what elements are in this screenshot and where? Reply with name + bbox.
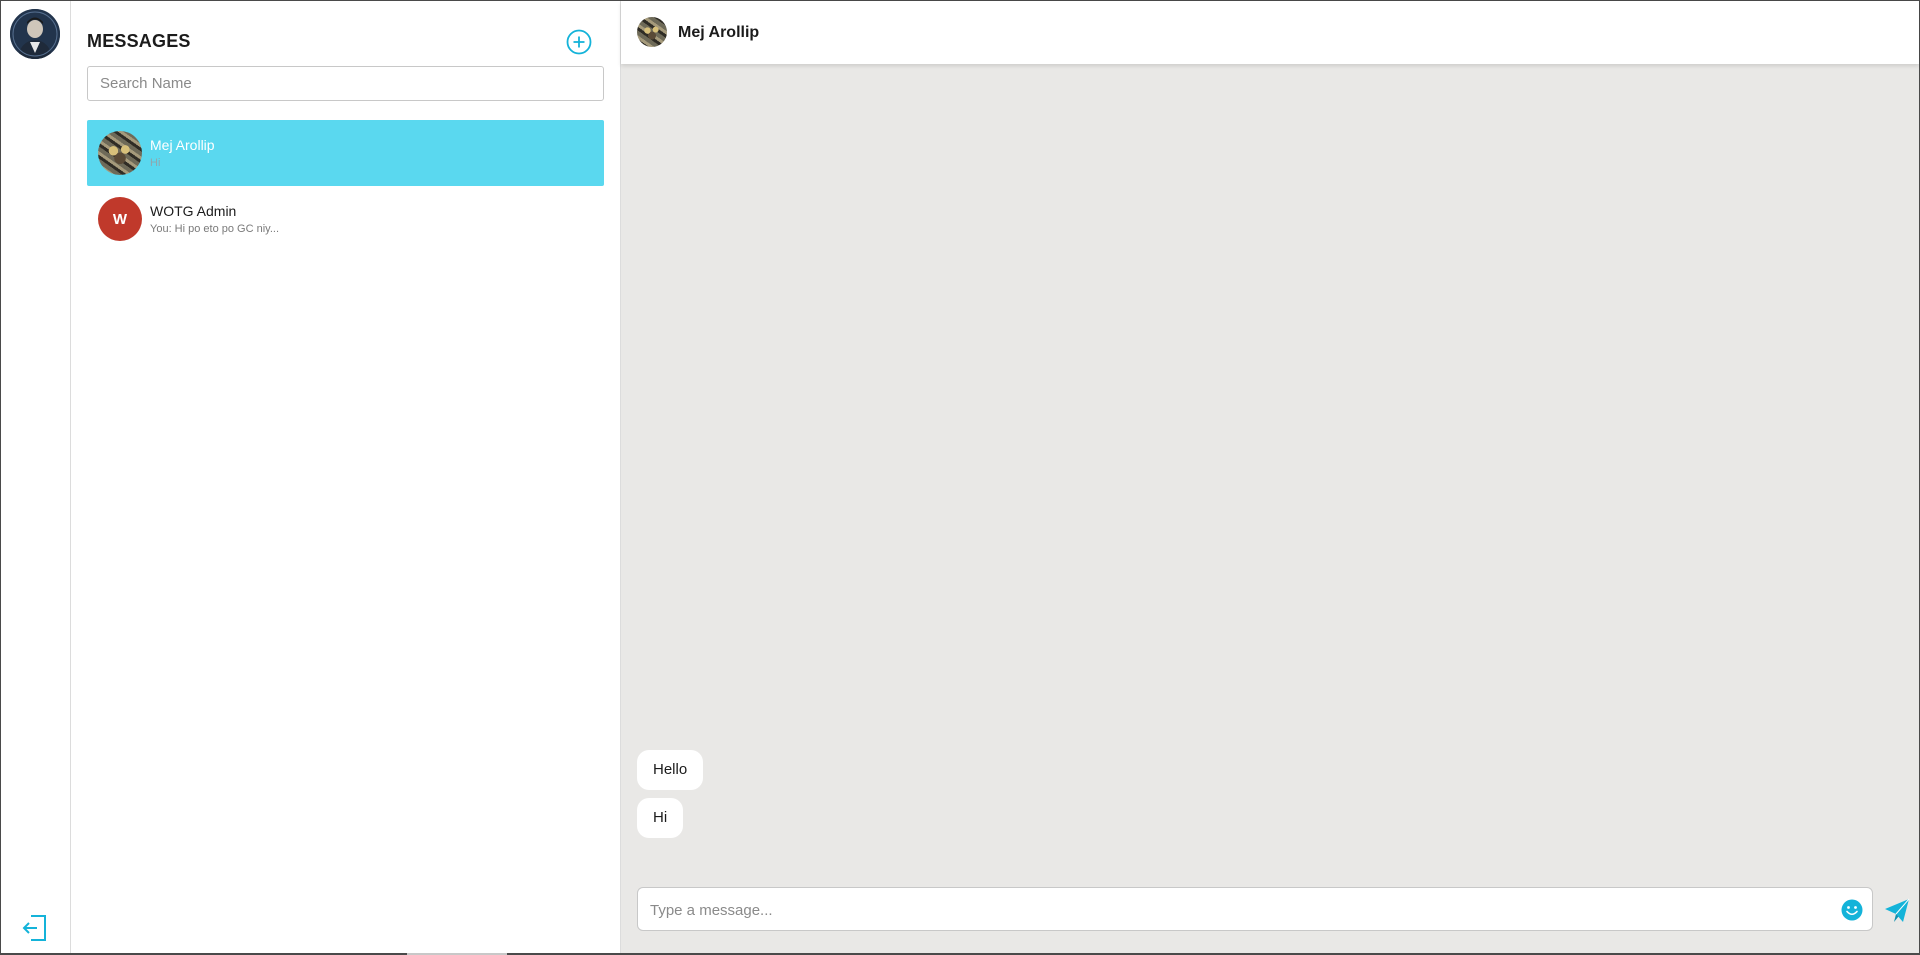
chat-header-name: Mej Arollip — [678, 24, 760, 41]
conversation-name: Mej Arollip — [150, 137, 215, 153]
profile-photo-icon — [10, 9, 60, 59]
message-composer — [637, 887, 1873, 932]
new-chat-button[interactable] — [566, 29, 592, 55]
message-bubble: Hi — [637, 798, 684, 838]
messenger-app: MESSAGES Mej Arollip Hi W WOTG Admin You… — [0, 0, 1920, 955]
chat-panel: Mej Arollip Hello Hi — [621, 1, 1919, 953]
emoji-button[interactable] — [1841, 899, 1863, 921]
conversation-list-panel: MESSAGES Mej Arollip Hi W WOTG Admin You… — [71, 1, 621, 955]
conversation-item-wotg-admin[interactable]: W WOTG Admin You: Hi po eto po GC niy... — [87, 186, 604, 252]
conversation-name: WOTG Admin — [150, 203, 237, 219]
messages-title: MESSAGES — [87, 31, 191, 51]
chat-header-avatar[interactable] — [637, 17, 667, 47]
message-input[interactable] — [648, 888, 1822, 932]
paper-plane-icon — [1885, 898, 1910, 922]
send-button[interactable] — [1883, 898, 1911, 924]
cat-avatar — [98, 131, 142, 175]
plus-circle-icon — [566, 29, 592, 55]
chat-header: Mej Arollip — [621, 1, 1919, 64]
message-bubble: Hello — [637, 750, 704, 790]
left-rail — [1, 1, 71, 953]
conversation-preview: You: Hi po eto po GC niy... — [150, 223, 280, 235]
conversation-list: Mej Arollip Hi W WOTG Admin You: Hi po e… — [87, 120, 604, 252]
logout-button[interactable] — [21, 913, 49, 943]
logout-icon — [22, 915, 46, 941]
conversation-preview: Hi — [150, 157, 161, 169]
message-thread: Hello Hi — [637, 750, 704, 838]
profile-avatar[interactable] — [10, 9, 60, 59]
search-input[interactable] — [87, 66, 604, 101]
conversation-item-mej-arollip[interactable]: Mej Arollip Hi — [87, 120, 604, 186]
letter-avatar: W — [98, 197, 142, 241]
smiley-icon — [1841, 899, 1863, 921]
